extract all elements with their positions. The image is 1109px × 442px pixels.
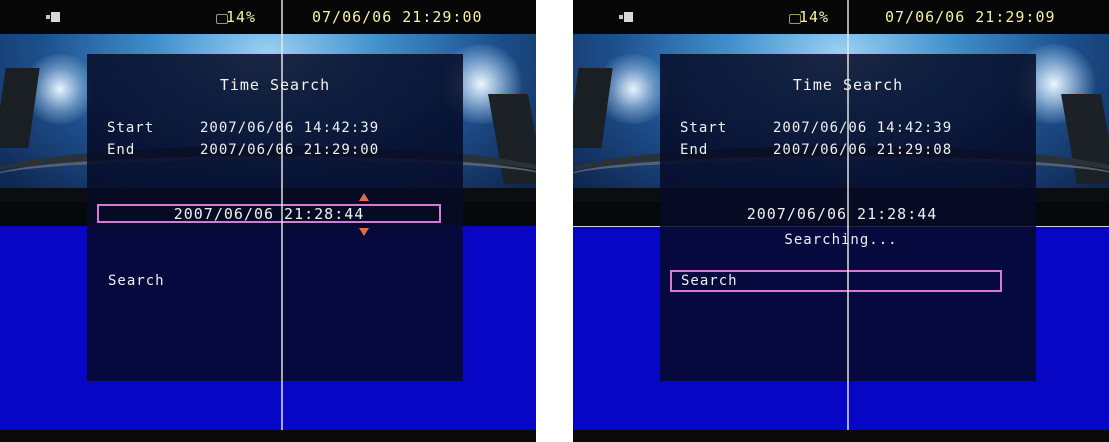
- search-time-field[interactable]: 2007/06/06 21:28:44: [670, 204, 1014, 223]
- dialog-title: Time Search: [219, 76, 331, 94]
- arrow-down-icon[interactable]: [359, 228, 369, 236]
- search-time-value: 2007/06/06 21:28:44: [173, 205, 365, 223]
- center-line: [281, 0, 283, 430]
- start-value: 2007/06/06 14:42:39: [773, 120, 953, 136]
- battery-percent: 14%: [226, 8, 257, 26]
- search-button[interactable]: Search: [97, 270, 429, 292]
- status-datetime: 07/06/06 21:29:09: [885, 8, 1056, 26]
- end-label: End: [107, 142, 136, 158]
- search-time-value: 2007/06/06 21:28:44: [746, 205, 938, 223]
- start-label: Start: [680, 120, 728, 136]
- end-value: 2007/06/06 21:29:00: [200, 142, 380, 158]
- search-button[interactable]: Search: [670, 270, 1002, 292]
- end-value: 2007/06/06 21:29:08: [773, 142, 953, 158]
- arrow-up-icon[interactable]: [359, 193, 369, 201]
- end-row: End 2007/06/06 21:29:00: [107, 142, 379, 158]
- start-label: Start: [107, 120, 155, 136]
- camera-icon: [619, 12, 633, 22]
- camera-icon: [46, 12, 60, 22]
- battery-percent: 14%: [799, 8, 830, 26]
- status-bar: 14% 07/06/06 21:29:00: [0, 0, 536, 34]
- search-time-field[interactable]: 2007/06/06 21:28:44: [97, 204, 441, 223]
- start-row: Start 2007/06/06 14:42:39: [680, 120, 952, 136]
- end-row: End 2007/06/06 21:29:08: [680, 142, 952, 158]
- center-line: [847, 0, 849, 430]
- search-button-label: Search: [108, 273, 165, 289]
- dvr-screen-right: 14% 07/06/06 21:29:09 Time Search Start 2…: [573, 0, 1109, 442]
- search-button-label: Search: [681, 273, 738, 289]
- bottom-bar: [0, 430, 536, 442]
- searching-status: Searching...: [784, 232, 898, 248]
- status-datetime: 07/06/06 21:29:00: [312, 8, 483, 26]
- status-bar: 14% 07/06/06 21:29:09: [573, 0, 1109, 34]
- end-label: End: [680, 142, 709, 158]
- start-value: 2007/06/06 14:42:39: [200, 120, 380, 136]
- dvr-screen-left: 14% 07/06/06 21:29:00 Time Search Start 2…: [0, 0, 536, 442]
- bottom-bar: [573, 430, 1109, 442]
- start-row: Start 2007/06/06 14:42:39: [107, 120, 379, 136]
